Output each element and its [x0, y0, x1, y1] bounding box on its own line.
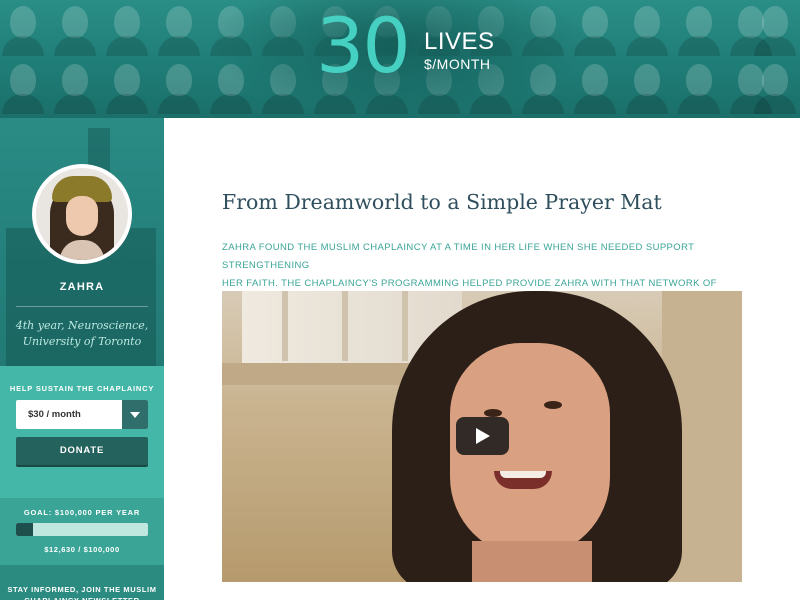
amount-value: $30 / month — [28, 409, 81, 420]
video-subject-eye — [484, 409, 502, 417]
amount-select[interactable]: $30 / month — [16, 400, 148, 429]
profile-card: ZAHRA 4th year, Neuroscience, University… — [0, 118, 164, 366]
profile-info: 4th year, Neuroscience, University of To… — [0, 318, 164, 350]
goal-progress-bar — [16, 523, 148, 536]
avatar — [36, 168, 128, 260]
main-content: From Dreamworld to a Simple Prayer Mat Z… — [164, 118, 800, 600]
video-subject-teeth — [500, 471, 546, 478]
profile-divider — [16, 306, 148, 307]
newsletter-link[interactable]: STAY INFORMED, JOIN THE MUSLIM CHAPLAINC… — [6, 584, 158, 600]
avatar-frame — [32, 164, 132, 264]
header-banner: 30 LIVES $/MONTH — [0, 0, 800, 118]
chevron-down-icon[interactable] — [122, 400, 148, 429]
sidebar: ZAHRA 4th year, Neuroscience, University… — [0, 118, 164, 600]
page-title: From Dreamworld to a Simple Prayer Mat — [222, 189, 662, 214]
profile-info-line2: University of Toronto — [22, 335, 142, 348]
video-subject-neck — [472, 541, 592, 582]
logo-unit: $/MONTH — [424, 56, 491, 72]
goal-panel: GOAL: $100,000 PER YEAR $12,630 / $100,0… — [0, 498, 164, 565]
newsletter-panel: STAY INFORMED, JOIN THE MUSLIM CHAPLAINC… — [0, 565, 164, 600]
video-player[interactable] — [222, 291, 742, 582]
goal-progress-text: $12,630 / $100,000 — [44, 545, 120, 554]
profile-info-line1: 4th year, Neuroscience, — [15, 319, 149, 332]
logo-lives: LIVES — [424, 28, 495, 55]
video-subject-eye — [544, 401, 562, 409]
goal-label: GOAL: $100,000 PER YEAR — [23, 508, 141, 517]
donate-button[interactable]: DONATE — [16, 437, 148, 465]
profile-name: ZAHRA — [59, 281, 105, 293]
article-intro-line1: ZAHRA FOUND THE MUSLIM CHAPLAINCY AT A T… — [222, 242, 695, 271]
play-icon[interactable] — [456, 417, 509, 455]
donate-panel: HELP SUSTAIN THE CHAPLAINCY $30 / month … — [0, 366, 164, 498]
donate-heading: HELP SUSTAIN THE CHAPLAINCY — [9, 384, 155, 393]
goal-progress-fill — [16, 523, 33, 536]
logo-number: 30 — [316, 1, 411, 90]
